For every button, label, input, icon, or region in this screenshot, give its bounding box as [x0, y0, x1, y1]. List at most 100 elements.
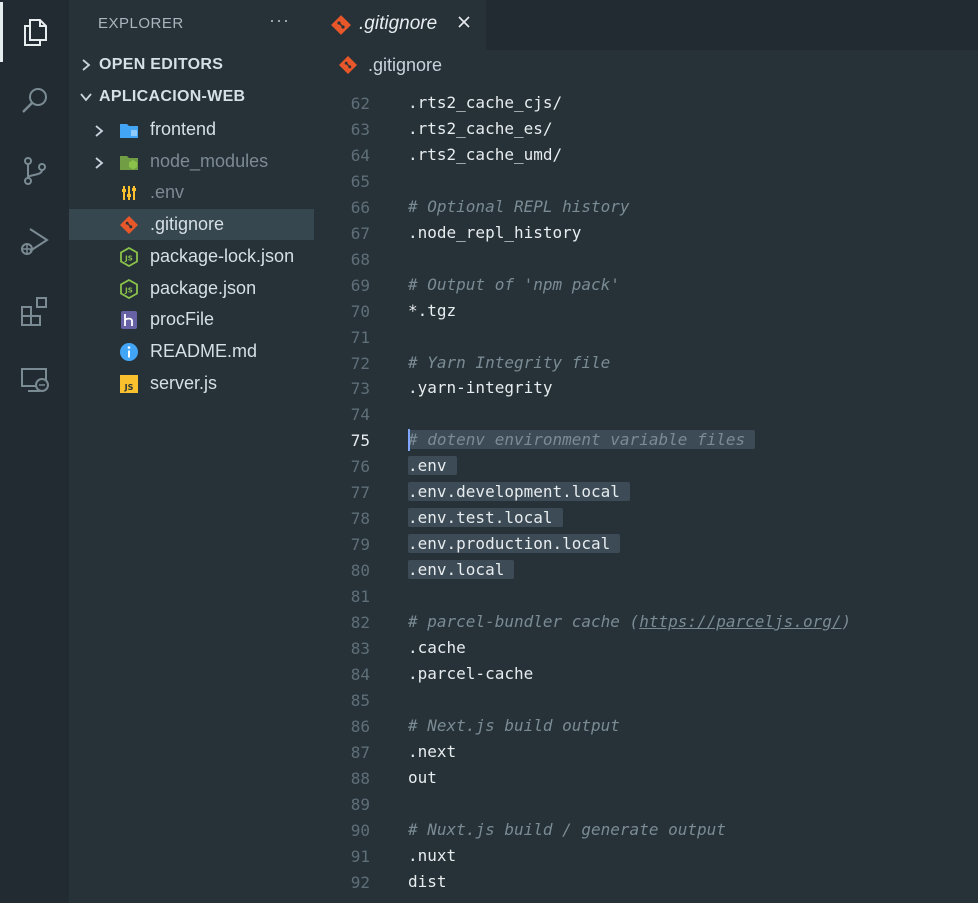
code-line[interactable]: 77 .env.development.local: [314, 479, 978, 505]
code-line[interactable]: 92 dist: [314, 869, 978, 895]
search-icon[interactable]: [0, 71, 69, 131]
line-number: 89: [350, 794, 370, 814]
code-text: out: [408, 767, 437, 787]
tab-gitignore[interactable]: .gitignore: [314, 0, 486, 50]
code-text: .rts2_cache_es/: [408, 118, 553, 138]
explorer-sidebar: EXPLORER ··· OPEN EDITORS APLICACION-WEB…: [69, 0, 314, 903]
line-number: 75: [350, 431, 370, 451]
code-text: .cache: [408, 637, 466, 657]
node-folder-icon: [119, 152, 139, 172]
code-text: .rts2_cache_umd/: [408, 144, 563, 164]
tree-item-readme-md[interactable]: README.md: [69, 336, 314, 367]
code-line[interactable]: 81: [314, 583, 978, 609]
tree-item-env[interactable]: .env: [69, 177, 314, 208]
breadcrumb: .gitignore: [314, 50, 978, 80]
code-line[interactable]: 74: [314, 401, 978, 427]
line-number: 63: [350, 119, 370, 139]
folder-icon: [119, 120, 139, 140]
code-line[interactable]: 80 .env.local: [314, 557, 978, 583]
code-line[interactable]: 84 .parcel-cache: [314, 661, 978, 687]
tree-item-gitignore[interactable]: .gitignore: [69, 209, 314, 241]
info-icon: [119, 342, 139, 362]
code-line[interactable]: 66 # Optional REPL history: [314, 194, 978, 220]
code-line[interactable]: 90 # Nuxt.js build / generate output: [314, 817, 978, 843]
code-comment: # Optional REPL history: [408, 196, 630, 216]
more-actions-icon[interactable]: ···: [269, 10, 290, 31]
code-line[interactable]: 76 .env: [314, 453, 978, 479]
code-line[interactable]: 69 # Output of 'npm pack': [314, 272, 978, 298]
code-line[interactable]: 78 .env.test.local: [314, 505, 978, 531]
line-number: 69: [350, 275, 370, 295]
code-text: .yarn-integrity: [408, 378, 553, 398]
line-number: 79: [350, 535, 370, 555]
code-line[interactable]: 89: [314, 791, 978, 817]
tree-item-package-json[interactable]: JS package.json: [69, 273, 314, 304]
code-line[interactable]: 91 .nuxt: [314, 843, 978, 869]
code-line[interactable]: 88 out: [314, 765, 978, 791]
run-debug-icon[interactable]: [0, 211, 69, 271]
code-line[interactable]: 71: [314, 324, 978, 350]
code-line[interactable]: 73 .yarn-integrity: [314, 375, 978, 401]
breadcrumb-file[interactable]: .gitignore: [368, 55, 442, 76]
tree-item-package-lock-json[interactable]: JS package-lock.json: [69, 241, 314, 272]
tree-item-server-js[interactable]: JS server.js: [69, 368, 314, 399]
line-number: 70: [350, 301, 370, 321]
comment-text: ): [841, 612, 852, 631]
tree-item-node-modules[interactable]: node_modules: [69, 146, 314, 177]
code-text: *.tgz: [408, 300, 457, 320]
code-line[interactable]: 70 *.tgz: [314, 298, 978, 324]
tree-item-frontend[interactable]: frontend: [69, 114, 314, 145]
extensions-icon[interactable]: [0, 281, 69, 341]
nodejs-icon: JS: [119, 278, 139, 299]
code-line[interactable]: 63 .rts2_cache_es/: [314, 116, 978, 142]
source-control-icon[interactable]: [0, 141, 69, 201]
open-editors-section[interactable]: OPEN EDITORS: [69, 51, 314, 79]
nodejs-icon: JS: [119, 246, 139, 267]
code-text: .env.development.local: [408, 482, 630, 502]
code-line[interactable]: 72 # Yarn Integrity file: [314, 350, 978, 376]
comment-text: # parcel-bundler cache (: [408, 612, 640, 631]
line-number: 76: [350, 457, 370, 477]
code-line[interactable]: 86 # Next.js build output: [314, 713, 978, 739]
code-line[interactable]: 87 .next: [314, 739, 978, 765]
code-line[interactable]: 67 .node_repl_history: [314, 220, 978, 246]
code-text: .env.local: [408, 560, 515, 580]
line-number: 72: [350, 353, 370, 373]
tree-item-procfile[interactable]: procFile: [69, 304, 314, 335]
code-line[interactable]: 75 # dotenv environment variable files: [314, 427, 978, 453]
line-number: 80: [350, 561, 370, 581]
tree-item-label: server.js: [150, 372, 218, 393]
remote-explorer-icon[interactable]: [0, 350, 69, 410]
chevron-right-icon[interactable]: [93, 122, 105, 143]
code-line[interactable]: 85: [314, 687, 978, 713]
code-text: .env.production.local: [408, 534, 621, 554]
git-icon: [119, 215, 139, 235]
line-number: 71: [350, 327, 370, 347]
project-section[interactable]: APLICACION-WEB: [69, 83, 314, 111]
tree-item-label: .gitignore: [150, 214, 225, 235]
tree-item-label: procFile: [150, 309, 215, 330]
explorer-icon[interactable]: [0, 2, 69, 62]
code-text: .node_repl_history: [408, 222, 582, 242]
tab-label: .gitignore: [359, 13, 438, 34]
close-icon[interactable]: [456, 14, 472, 35]
line-number: 62: [350, 94, 370, 113]
settings-sliders-icon: [119, 183, 139, 203]
chevron-right-icon: [73, 58, 99, 72]
code-line[interactable]: 68: [314, 246, 978, 272]
javascript-icon: JS: [119, 374, 139, 394]
code-line[interactable]: 64 .rts2_cache_umd/: [314, 142, 978, 168]
code-editor[interactable]: 62 .rts2_cache_cjs/63 .rts2_cache_es/64 .rt…: [314, 80, 978, 903]
code-text: .parcel-cache: [408, 663, 534, 683]
code-line[interactable]: 62 .rts2_cache_cjs/: [314, 90, 978, 116]
code-line[interactable]: 79 .env.production.local: [314, 531, 978, 557]
line-number: 85: [350, 690, 370, 710]
line-number: 77: [350, 483, 370, 503]
code-line[interactable]: 82 # parcel-bundler cache (https://parcel…: [314, 609, 978, 635]
chevron-right-icon[interactable]: [93, 154, 105, 175]
code-line[interactable]: 65: [314, 168, 978, 194]
comment-link[interactable]: https://parceljs.org/: [639, 612, 841, 631]
code-line[interactable]: 83 .cache: [314, 635, 978, 661]
sidebar-title: EXPLORER: [98, 15, 184, 32]
code-comment: # Nuxt.js build / generate output: [408, 819, 726, 839]
